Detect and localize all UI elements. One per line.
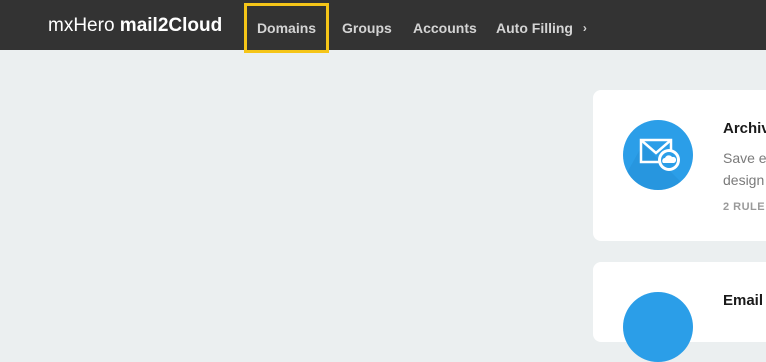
nav-accounts[interactable]: Accounts: [413, 0, 477, 50]
card-title: Archiv: [723, 120, 766, 137]
nav-auto-filling-label: Auto Filling: [496, 20, 573, 36]
nav-auto-filling[interactable]: Auto Filling ›: [496, 0, 587, 50]
nav-domains-label: Domains: [256, 20, 317, 36]
nav-accounts-label: Accounts: [413, 20, 477, 36]
card-description: Save e design: [723, 147, 766, 191]
archive-rule-card[interactable]: Archiv Save e design 2 RULE: [593, 90, 766, 241]
nav-groups-label: Groups: [342, 20, 392, 36]
brand-product: mail2Cloud: [119, 15, 223, 36]
card-description-line: design: [723, 172, 765, 188]
mail-cloud-icon: [623, 120, 693, 190]
brand-prefix: mxHero: [48, 15, 115, 36]
chevron-right-icon: ›: [582, 21, 587, 35]
email-rule-card[interactable]: Email: [593, 262, 766, 362]
mail-cloud-icon: [623, 292, 693, 362]
card-title: Email: [723, 292, 764, 309]
rule-count: 2 RULE: [723, 201, 766, 213]
top-navigation-bar: mxHero mail2Cloud Domains Groups Account…: [0, 0, 766, 53]
nav-groups[interactable]: Groups: [342, 0, 392, 50]
card-description-line: Save e: [723, 150, 766, 166]
nav-domains[interactable]: Domains: [244, 3, 329, 53]
brand-logo[interactable]: mxHero mail2Cloud: [48, 14, 222, 38]
